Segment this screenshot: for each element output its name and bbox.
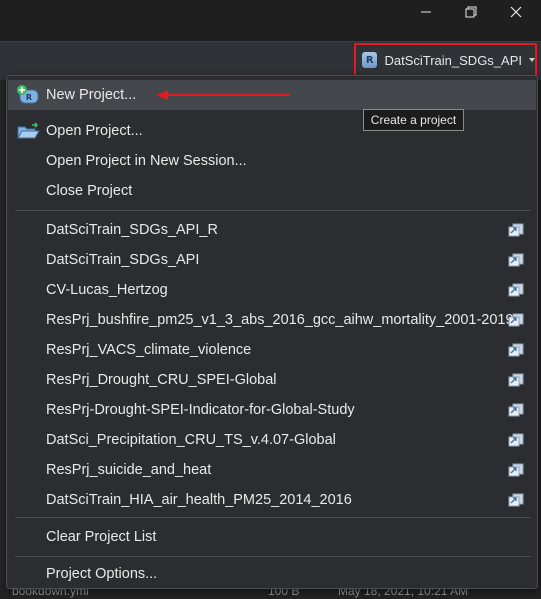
restore-button[interactable]: [448, 0, 494, 24]
recent-project-item[interactable]: DatSciTrain_HIA_air_health_PM25_2014_201…: [8, 485, 536, 515]
open-in-new-session-icon[interactable]: [508, 253, 524, 267]
recent-project-item[interactable]: CV-Lucas_Hertzog: [8, 275, 536, 305]
recent-project-item[interactable]: DatSciTrain_SDGs_API_R: [8, 215, 536, 245]
open-in-new-session-icon[interactable]: [508, 403, 524, 417]
menu-item-label: Open Project in New Session...: [46, 153, 247, 169]
recent-project-item[interactable]: ResPrj_VACS_climate_violence: [8, 335, 536, 365]
close-icon: [510, 6, 522, 18]
svg-text:R: R: [26, 93, 32, 102]
menu-item-label: New Project...: [46, 87, 137, 103]
menu-item-open-new-session[interactable]: Open Project in New Session...: [8, 146, 536, 176]
open-folder-icon: [17, 122, 40, 139]
menu-separator: [15, 210, 531, 211]
menu-item-label: Project Options...: [46, 566, 158, 582]
recent-project-label: ResPrj_suicide_and_heat: [46, 462, 212, 478]
open-in-new-session-icon[interactable]: [508, 433, 524, 447]
menu-item-clear-list[interactable]: Clear Project List: [8, 522, 536, 552]
menu-item-label: Clear Project List: [46, 529, 157, 545]
open-in-new-session-icon[interactable]: [508, 313, 524, 327]
recent-project-item[interactable]: DatSci_Precipitation_CRU_TS_v.4.07-Globa…: [8, 425, 536, 455]
menu-separator: [15, 556, 531, 557]
open-in-new-session-icon[interactable]: [508, 463, 524, 477]
open-in-new-session-icon[interactable]: [508, 373, 524, 387]
recent-project-item[interactable]: ResPrj-Drought-SPEI-Indicator-for-Global…: [8, 395, 536, 425]
recent-project-label: DatSci_Precipitation_CRU_TS_v.4.07-Globa…: [46, 432, 336, 448]
tooltip: Create a project: [363, 109, 464, 131]
r-project-icon: R: [362, 52, 378, 68]
annotation-arrow-icon: [156, 90, 290, 100]
open-in-new-session-icon[interactable]: [508, 283, 524, 297]
current-project-label: DatSciTrain_SDGs_API: [384, 52, 522, 68]
open-in-new-session-icon[interactable]: [508, 223, 524, 237]
menu-item-close-project[interactable]: Close Project: [8, 176, 536, 206]
minimize-button[interactable]: [403, 0, 449, 24]
restore-icon: [465, 6, 477, 18]
recent-project-label: DatSciTrain_SDGs_API_R: [46, 222, 218, 238]
recent-project-item[interactable]: ResPrj_Drought_CRU_SPEI-Global: [8, 365, 536, 395]
recent-project-item[interactable]: ResPrj_suicide_and_heat: [8, 455, 536, 485]
open-in-new-session-icon[interactable]: [508, 343, 524, 357]
recent-project-label: ResPrj-Drought-SPEI-Indicator-for-Global…: [46, 402, 355, 418]
new-project-icon: R: [17, 85, 39, 104]
project-menu-button[interactable]: R DatSciTrain_SDGs_API: [354, 43, 537, 77]
minimize-icon: [421, 11, 431, 13]
recent-project-item[interactable]: ResPrj_bushfire_pm25_v1_3_abs_2016_gcc_a…: [8, 305, 536, 335]
close-button[interactable]: [493, 0, 539, 24]
recent-project-label: ResPrj_VACS_climate_violence: [46, 342, 252, 358]
recent-project-label: ResPrj_Drought_CRU_SPEI-Global: [46, 372, 277, 388]
window-titlebar: [0, 0, 541, 24]
menu-item-label: Close Project: [46, 183, 133, 199]
menu-item-label: Open Project...: [46, 123, 143, 139]
menu-separator: [15, 517, 531, 518]
recent-project-label: ResPrj_bushfire_pm25_v1_3_abs_2016_gcc_a…: [46, 312, 514, 328]
recent-project-label: CV-Lucas_Hertzog: [46, 282, 168, 298]
recent-project-item[interactable]: DatSciTrain_SDGs_API: [8, 245, 536, 275]
chevron-down-icon: [529, 58, 535, 62]
recent-project-label: DatSciTrain_SDGs_API: [46, 252, 200, 268]
open-in-new-session-icon[interactable]: [508, 493, 524, 507]
menu-item-project-options[interactable]: Project Options...: [8, 559, 536, 589]
recent-project-label: DatSciTrain_HIA_air_health_PM25_2014_201…: [46, 492, 352, 508]
project-dropdown-menu: R New Project... Open Project... Open Pr…: [6, 75, 538, 589]
